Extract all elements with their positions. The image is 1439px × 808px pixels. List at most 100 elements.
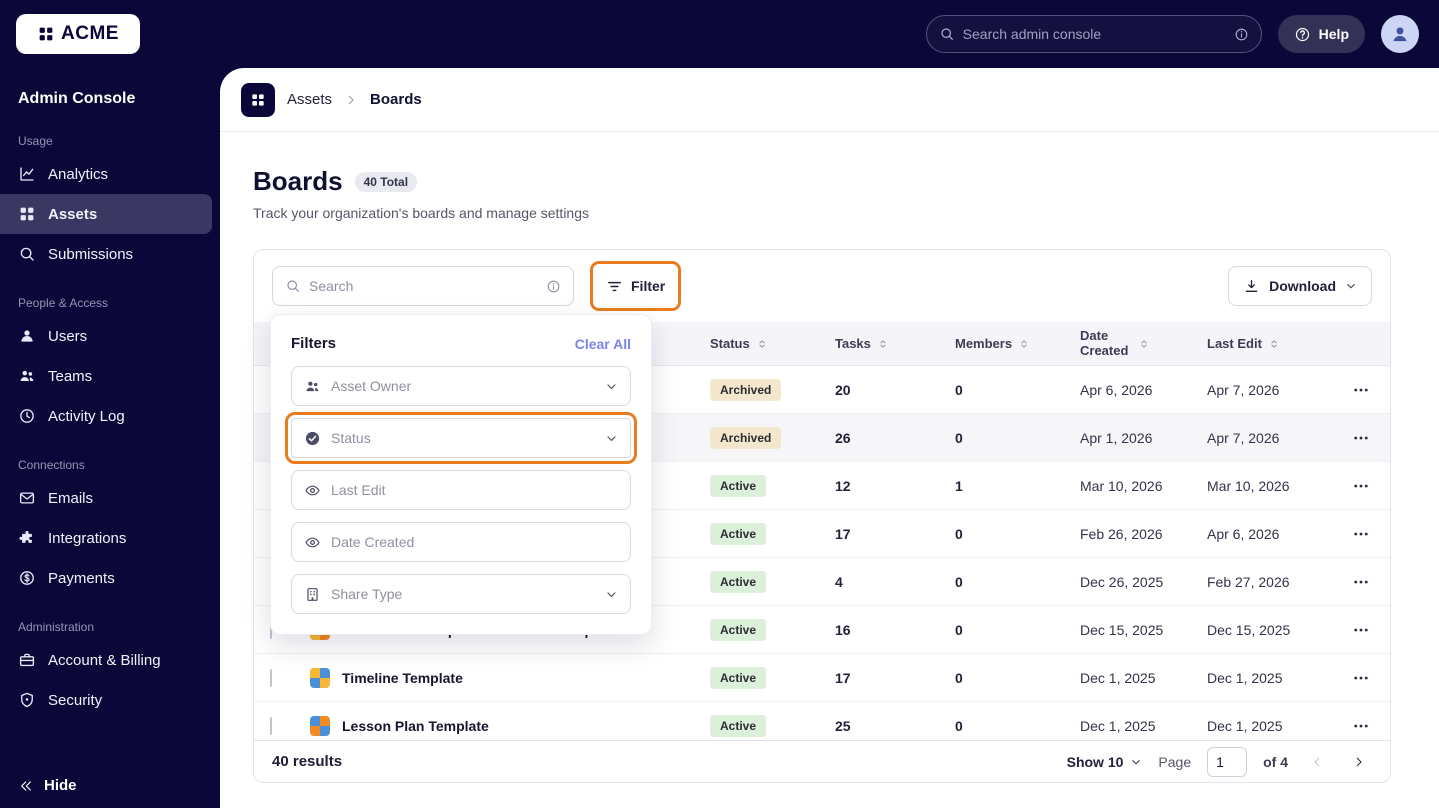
row-actions-icon[interactable] [1352,477,1370,495]
sidebar-item-users[interactable]: Users [0,316,212,356]
page-header: Boards 40 Total [220,132,1439,197]
members-count: 1 [955,477,963,494]
avatar[interactable] [1381,15,1419,53]
sidebar-item-payments[interactable]: Payments [0,558,212,598]
last-edit: Mar 10, 2026 [1207,477,1290,494]
grid-icon [18,205,36,223]
sidebar-item-account-billing[interactable]: Account & Billing [0,640,212,680]
chevrons-left-icon [18,778,34,794]
column-tasks[interactable]: Tasks [835,336,955,351]
topbar: Help [220,0,1439,68]
briefcase-icon [18,651,36,669]
column-date-created[interactable]: Date Created [1080,328,1207,359]
person-icon [1389,23,1411,45]
tasks-count: 20 [835,381,851,398]
sidebar-item-analytics[interactable]: Analytics [0,154,212,194]
members-count: 0 [955,381,963,398]
breadcrumb-boards: Boards [370,91,422,108]
column-last-edit[interactable]: Last Edit [1207,336,1318,351]
admin-search[interactable] [925,15,1262,53]
info-icon[interactable] [546,279,561,294]
row-actions-icon[interactable] [1352,573,1370,591]
eye-icon [304,482,321,499]
app-window: ACME Admin Console Usage Analytics Assets S… [0,0,1439,808]
sidebar-item-emails[interactable]: Emails [0,478,212,518]
board-name[interactable]: Lesson Plan Template [342,718,489,734]
filter-annotation: Filter [589,261,682,311]
chevron-right-icon [344,93,358,107]
page-number-input[interactable] [1207,746,1248,777]
eye-icon [304,534,321,551]
column-status[interactable]: Status [710,336,835,351]
filter-field-label: Share Type [331,586,403,602]
tasks-count: 12 [835,477,851,494]
sidebar-item-label: Teams [48,367,93,385]
filter-button[interactable]: Filter [596,267,676,305]
check-circle-icon [304,430,321,447]
results-count: 40 results [272,753,343,770]
next-page-button[interactable] [1346,749,1372,775]
sidebar-item-label: Security [48,691,103,709]
sidebar-item-submissions[interactable]: Submissions [0,234,212,274]
status-badge: Active [710,666,767,689]
info-icon[interactable] [1234,27,1249,42]
grid-icon [250,92,266,108]
filter-field-label: Last Edit [331,482,386,498]
search-icon [285,278,301,294]
filter-field-share-type[interactable]: Share Type [291,574,631,614]
sidebar-item-teams[interactable]: Teams [0,356,212,396]
row-actions-icon[interactable] [1352,621,1370,639]
page-label: Page [1158,753,1192,770]
sidebar-hide-button[interactable]: Hide [18,777,77,794]
sidebar-item-assets[interactable]: Assets [0,194,212,234]
last-edit: Dec 1, 2025 [1207,669,1283,686]
table-footer: 40 results Show 10 Page of 4 [254,740,1390,782]
table-search-input[interactable] [309,278,538,294]
show-per-page-select[interactable]: Show 10 [1067,754,1143,770]
help-label: Help [1318,26,1349,42]
row-actions-icon[interactable] [1352,669,1370,687]
sidebar-section-people-access: People & Access [18,296,109,310]
download-button[interactable]: Download [1228,266,1372,306]
row-checkbox[interactable] [270,668,272,687]
filter-field-status[interactable]: Status [285,412,637,464]
date-created: Feb 26, 2026 [1080,525,1163,542]
filter-field-date-created[interactable]: Date Created [291,522,631,562]
breadcrumb-assets[interactable]: Assets [287,91,332,108]
board-name[interactable]: Timeline Template [342,670,463,686]
status-badge: Active [710,618,767,641]
chevron-down-icon [1345,280,1357,292]
sidebar-item-security[interactable]: Security [0,680,212,720]
members-count: 0 [955,573,963,590]
row-actions-icon[interactable] [1352,525,1370,543]
row-actions-icon[interactable] [1352,717,1370,735]
clock-icon [18,407,36,425]
column-members[interactable]: Members [955,336,1080,351]
sidebar-item-integrations[interactable]: Integrations [0,518,212,558]
table-row: Lesson Plan Template Active 25 0 Dec 1, 2025… [254,702,1390,740]
table-search[interactable] [272,266,574,306]
download-label: Download [1269,278,1336,294]
page-subtitle: Track your organization's boards and man… [253,205,590,221]
acme-logo: ACME [16,14,140,54]
date-created: Apr 6, 2026 [1080,381,1153,398]
row-checkbox[interactable] [270,716,272,735]
tasks-count: 25 [835,717,851,734]
sidebar-item-label: Submissions [48,245,134,263]
last-edit: Dec 1, 2025 [1207,717,1283,734]
sidebar-item-activity-log[interactable]: Activity Log [0,396,212,436]
prev-page-button[interactable] [1304,749,1330,775]
sidebar: ACME Admin Console Usage Analytics Assets S… [0,0,220,808]
last-edit: Apr 6, 2026 [1207,525,1280,542]
admin-search-input[interactable] [962,26,1226,42]
row-actions-icon[interactable] [1352,429,1370,447]
clear-all-link[interactable]: Clear All [575,336,631,352]
total-badge: 40 Total [354,171,418,192]
status-badge: Active [710,570,767,593]
help-button[interactable]: Help [1277,15,1365,53]
filter-field-last-edit[interactable]: Last Edit [291,470,631,510]
building-icon [304,586,321,603]
chevron-right-icon [1352,755,1366,769]
row-actions-icon[interactable] [1352,381,1370,399]
filter-field-asset-owner[interactable]: Asset Owner [291,366,631,406]
